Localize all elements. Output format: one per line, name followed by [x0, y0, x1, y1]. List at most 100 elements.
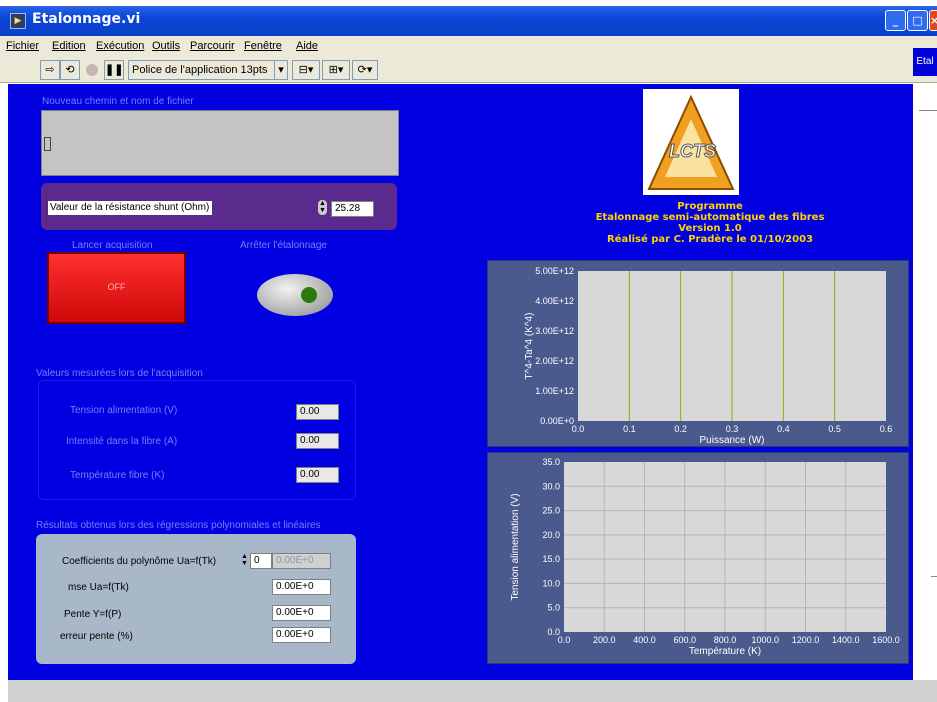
y-tick-label: 0.00E+0: [540, 416, 574, 426]
x-tick-label: 800.0: [714, 635, 737, 645]
abort-icon[interactable]: [82, 60, 102, 80]
x-axis-label: Puissance (W): [699, 435, 764, 446]
x-tick-label: 0.6: [880, 424, 893, 434]
stop-led-icon: [301, 287, 317, 303]
x-axis-label: Température (K): [689, 646, 761, 657]
measured-value-voltage: 0.00: [296, 404, 339, 420]
stop-label: Arrêter l'étalonnage: [240, 240, 327, 251]
measured-label-voltage: Tension alimentation (V): [70, 405, 178, 416]
pause-icon[interactable]: ❚❚: [104, 60, 124, 80]
y-tick-label: 2.00E+12: [535, 356, 574, 366]
file-path-input[interactable]: [41, 110, 399, 176]
y-tick-label: 3.00E+12: [535, 326, 574, 336]
x-tick-label: 0.1: [623, 424, 636, 434]
y-tick-label: 10.0: [542, 578, 560, 588]
slope-label: Pente Y=f(P): [64, 609, 122, 620]
results-title: Résultats obtenus lors des régressions p…: [36, 520, 321, 531]
chart-temperature-svg: 0.0 200.0 400.0 600.0 800.0 1000.0 1200.0 1400.…: [510, 457, 900, 657]
y-tick-label: 20.0: [542, 530, 560, 540]
scroll-area: [8, 680, 937, 702]
x-tick-label: 0.3: [726, 424, 739, 434]
y-tick-label: 5.0: [547, 603, 560, 613]
shunt-value-input[interactable]: 25.28: [331, 201, 374, 217]
acquisition-button[interactable]: OFF: [47, 252, 186, 324]
x-tick-label: 0.2: [674, 424, 687, 434]
font-selector-label: Police de l'application 13pts: [132, 64, 268, 76]
path-icon: [44, 137, 51, 151]
font-selector[interactable]: Police de l'application 13pts: [128, 60, 277, 80]
y-tick-label: 15.0: [542, 554, 560, 564]
x-tick-label: 0.5: [828, 424, 841, 434]
y-tick-label: 25.0: [542, 506, 560, 516]
program-info-line: Etalonnage semi-automatique des fibres: [595, 212, 825, 223]
measured-value-current: 0.00: [296, 433, 339, 449]
chart-temperature[interactable]: 0.0 200.0 400.0 600.0 800.0 1000.0 1200.0 1400.…: [487, 452, 909, 664]
logo-text: LCTS: [669, 141, 717, 162]
x-tick-label: 1400.0: [832, 635, 860, 645]
lcts-logo: LCTS: [643, 89, 739, 195]
y-tick-label: 0.0: [547, 627, 560, 637]
menu-bar: Fichier Edition Exécution Outils Parcour…: [0, 36, 937, 58]
x-tick-label: 1000.0: [751, 635, 779, 645]
y-tick-label: 5.00E+12: [535, 266, 574, 276]
measured-label-temperature: Température fibre (K): [70, 470, 165, 481]
chart-power-svg: 0.0 0.1 0.2 0.3 0.4 0.5 0.60.00E+01.00E+122.00…: [524, 266, 893, 446]
x-tick-label: 0.4: [777, 424, 790, 434]
x-tick-label: 600.0: [673, 635, 696, 645]
menu-fenetre[interactable]: Fenêtre: [244, 40, 282, 52]
right-strip: [913, 84, 937, 680]
x-tick-label: 200.0: [593, 635, 616, 645]
program-info-line: Version 1.0: [678, 223, 742, 234]
minimize-icon[interactable]: _: [885, 10, 906, 31]
window-title-bar[interactable]: ▶ Etalonnage.vi _ □ ×: [0, 6, 937, 36]
coef-index-stepper[interactable]: ▲ ▼: [241, 553, 248, 567]
stop-button[interactable]: [257, 274, 333, 316]
y-tick-label: 4.00E+12: [535, 296, 574, 306]
program-info-line: Réalisé par C. Pradère le 01/10/2003: [606, 234, 814, 245]
program-info: Programme Etalonnage semi-automatique de…: [560, 201, 860, 245]
side-window-tab[interactable]: Etal: [913, 48, 937, 76]
measured-title: Valeurs mesurées lors de l'acquisition: [36, 368, 203, 379]
measured-value-temperature: 0.00: [296, 467, 339, 483]
x-tick-label: 1600.0: [872, 635, 900, 645]
y-axis-label: T^4-Ta^4 (K^4): [524, 313, 535, 380]
coef-index[interactable]: 0: [250, 553, 272, 569]
distribute-icon[interactable]: ⊞▾: [322, 60, 350, 80]
run-arrow-icon[interactable]: ⇨: [40, 60, 60, 80]
chart-power[interactable]: 0.0 0.1 0.2 0.3 0.4 0.5 0.6 0.00E+0 1.00E+12 2.00…: [487, 260, 909, 447]
slope-value: 0.00E+0: [272, 605, 331, 621]
menu-edition[interactable]: Edition: [52, 40, 86, 52]
menu-outils[interactable]: Outils: [152, 40, 180, 52]
acquisition-label: Lancer acquisition: [72, 240, 153, 251]
coef-label: Coefficients du polynôme Ua=f(Tk): [62, 556, 217, 567]
coef-value: 0.00E+0: [272, 553, 331, 569]
y-tick-label: 1.00E+12: [535, 386, 574, 396]
run-continuous-icon[interactable]: ⟲: [60, 60, 80, 80]
shunt-label: Valeur de la résistance shunt (Ohm): [48, 201, 212, 215]
menu-fichier[interactable]: Fichier: [6, 40, 39, 52]
toolbar: ⇨ ⟲ ❚❚ Police de l'application 13pts ▾ ⊟…: [0, 58, 937, 83]
file-path-label: Nouveau chemin et nom de fichier: [42, 96, 194, 107]
x-tick-label: 400.0: [633, 635, 656, 645]
font-dropdown-icon[interactable]: ▾: [274, 60, 288, 80]
acquisition-state: OFF: [107, 282, 126, 292]
menu-execution[interactable]: Exécution: [96, 40, 144, 52]
menu-parcourir[interactable]: Parcourir: [190, 40, 235, 52]
reorder-icon[interactable]: ⟳▾: [352, 60, 378, 80]
maximize-icon[interactable]: □: [907, 10, 928, 31]
close-icon[interactable]: ×: [929, 10, 937, 31]
align-icon[interactable]: ⊟▾: [292, 60, 320, 80]
labview-vi-icon: ▶: [10, 13, 26, 29]
x-tick-label: 1200.0: [792, 635, 820, 645]
program-info-line: Programme: [677, 201, 743, 212]
y-tick-label: 30.0: [542, 481, 560, 491]
slope-error-value: 0.00E+0: [272, 627, 331, 643]
menu-aide[interactable]: Aide: [296, 40, 318, 52]
mse-value: 0.00E+0: [272, 579, 331, 595]
y-axis-label: Tension alimentation (V): [510, 493, 521, 600]
y-tick-label: 35.0: [542, 457, 560, 467]
measured-label-current: Intensité dans la fibre (A): [66, 436, 178, 447]
slope-error-label: erreur pente (%): [60, 631, 133, 642]
shunt-stepper[interactable]: ▲ ▼: [318, 200, 327, 215]
mse-label: mse Ua=f(Tk): [68, 582, 129, 593]
